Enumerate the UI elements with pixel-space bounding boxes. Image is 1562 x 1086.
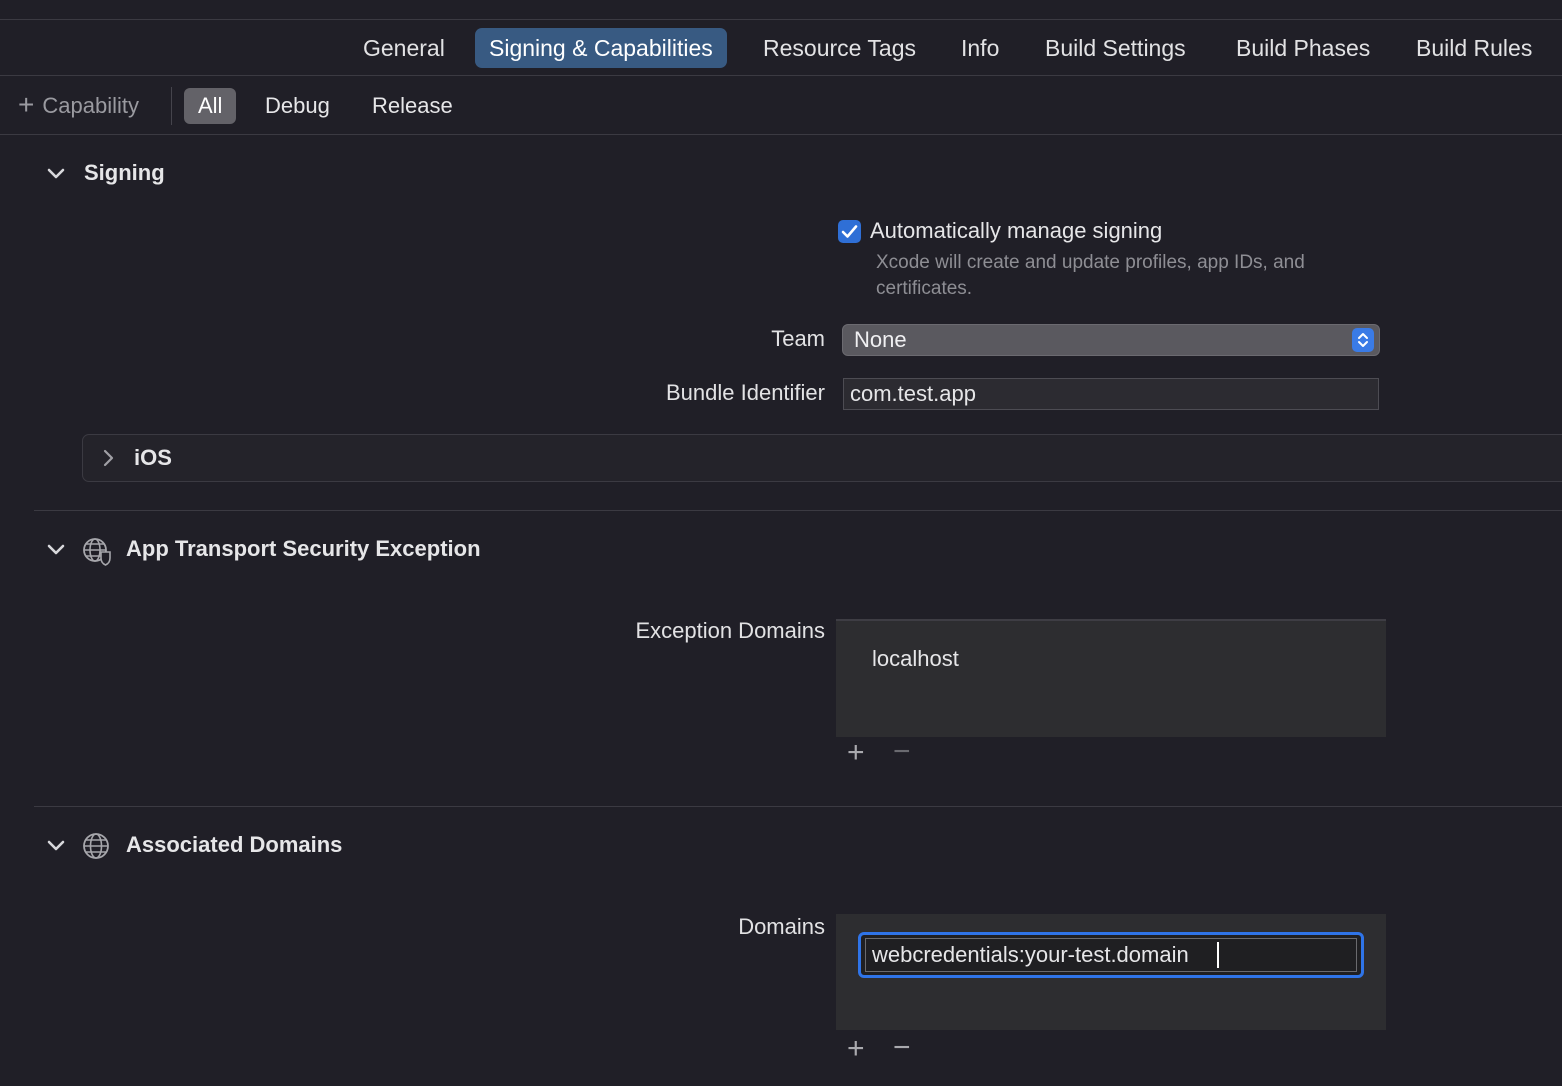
section-divider	[34, 510, 1562, 511]
bundle-identifier-label: Bundle Identifier	[666, 380, 825, 405]
tab-build-rules[interactable]: Build Rules	[1402, 28, 1546, 68]
team-popup-button[interactable]: None	[842, 324, 1380, 356]
signing-section-title: Signing	[84, 160, 165, 185]
team-label: Team	[771, 326, 825, 351]
exception-domains-list[interactable]: localhost	[836, 619, 1386, 737]
text-caret	[1217, 942, 1219, 968]
tab-info[interactable]: Info	[947, 28, 1013, 68]
exception-domains-label: Exception Domains	[635, 618, 825, 643]
up-down-arrows-icon	[1352, 328, 1374, 352]
ios-platform-label: iOS	[134, 445, 172, 470]
team-value: None	[854, 327, 907, 352]
divider	[171, 87, 172, 125]
filter-debug[interactable]: Debug	[251, 88, 344, 124]
bundle-identifier-field[interactable]: com.test.app	[843, 378, 1379, 410]
domain-edit-value[interactable]: webcredentials:your-test.domain	[872, 942, 1189, 968]
ios-platform-row[interactable]: iOS	[82, 434, 1562, 482]
chevron-down-icon[interactable]	[44, 834, 68, 858]
globe-icon	[83, 833, 109, 859]
chevron-right-icon	[103, 449, 114, 467]
tab-signing-capabilities[interactable]: Signing & Capabilities	[475, 28, 727, 68]
associated-domains-list[interactable]: webcredentials:your-test.domain	[836, 914, 1386, 1030]
filter-all[interactable]: All	[184, 88, 237, 124]
add-capability-button[interactable]: + Capability	[18, 90, 139, 122]
remove-domain-button[interactable]: −	[893, 1033, 911, 1063]
globe-shield-icon	[83, 538, 111, 566]
tab-general[interactable]: General	[349, 28, 459, 68]
list-item[interactable]: localhost	[872, 646, 959, 672]
add-capability-label: Capability	[42, 93, 139, 118]
bundle-identifier-value: com.test.app	[850, 381, 976, 406]
chevron-down-icon[interactable]	[44, 162, 68, 186]
editor-tab-bar: General Signing & Capabilities Resource …	[0, 20, 1562, 76]
filter-release[interactable]: Release	[358, 88, 467, 124]
add-domain-button[interactable]: +	[847, 1034, 865, 1064]
capability-filter-bar: + Capability All Debug Release	[0, 76, 1562, 135]
chevron-down-icon[interactable]	[44, 538, 68, 562]
section-divider	[34, 806, 1562, 807]
signing-hint-line2: certificates.	[876, 278, 973, 299]
domain-edit-inner: webcredentials:your-test.domain	[865, 938, 1357, 972]
domain-edit-field[interactable]: webcredentials:your-test.domain	[858, 932, 1364, 978]
auto-manage-signing-checkbox[interactable]	[838, 220, 861, 243]
tab-build-settings[interactable]: Build Settings	[1031, 28, 1200, 68]
signing-hint-line1: Xcode will create and update profiles, a…	[876, 252, 1305, 273]
associated-domains-title: Associated Domains	[126, 832, 343, 857]
checkmark-icon	[841, 225, 858, 238]
domains-label: Domains	[738, 914, 825, 939]
tab-build-phases[interactable]: Build Phases	[1222, 28, 1384, 68]
plus-icon: +	[18, 89, 35, 120]
window-top-strip	[0, 0, 1562, 20]
tab-resource-tags[interactable]: Resource Tags	[749, 28, 930, 68]
auto-manage-signing-label[interactable]: Automatically manage signing	[870, 218, 1162, 244]
ats-section-title: App Transport Security Exception	[126, 536, 481, 561]
add-exception-domain-button[interactable]: +	[847, 738, 865, 768]
remove-exception-domain-button[interactable]: −	[893, 737, 911, 767]
